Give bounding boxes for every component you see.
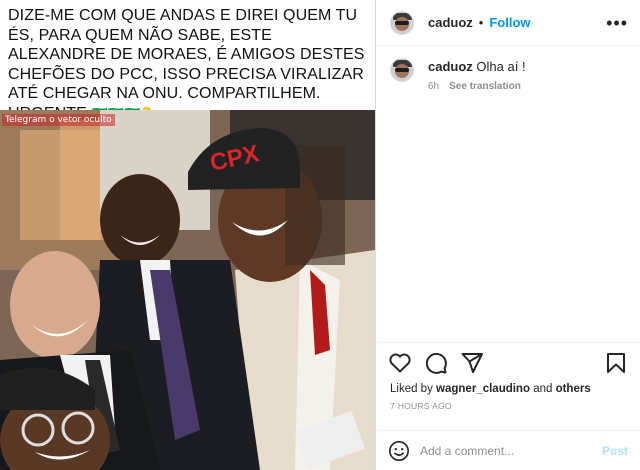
comment-age: 6h [428,81,440,92]
separator-dot: • [478,15,484,30]
likes-joiner: and [533,383,553,395]
comment-avatar[interactable] [390,58,414,82]
see-translation-link[interactable]: See translation [449,81,521,92]
header-username[interactable]: caduoz [428,15,473,30]
action-bar [376,343,640,383]
comment-username[interactable]: caduoz [428,59,473,74]
comment-icon[interactable] [424,351,448,375]
share-icon[interactable] [460,351,484,375]
post-side-panel: caduoz • Follow ••• caduoz Olha aí ! 6h S… [375,0,640,470]
caption-overlay-text: DIZE-ME COM QUE ANDAS E DIREI QUEM TU ÉS… [8,7,365,122]
likes-prefix: Liked by [390,383,433,395]
caption-comment: caduoz Olha aí ! 6h See translation [376,46,640,104]
likes-summary: Liked by wagner_claudino and others [376,383,640,395]
post-header: caduoz • Follow ••• [376,0,640,46]
caption-overlay: DIZE-ME COM QUE ANDAS E DIREI QUEM TU ÉS… [0,0,375,122]
actions-area: Liked by wagner_claudino and others 7 HO… [376,342,640,411]
bookmark-icon[interactable] [604,351,628,375]
liked-by-user[interactable]: wagner_claudino [436,383,530,395]
follow-button[interactable]: Follow [489,15,530,30]
watermark-text: Telegram o vetor oculto [5,115,112,125]
post-timestamp: 7 HOURS AGO [390,401,452,411]
post-comment-button[interactable]: Post [602,444,628,458]
comment-input[interactable] [420,443,602,458]
more-options-icon[interactable]: ••• [606,14,628,32]
avatar[interactable] [390,10,414,35]
post-media: DIZE-ME COM QUE ANDAS E DIREI QUEM TU ÉS… [0,0,375,470]
emoji-icon[interactable] [388,440,410,462]
post-photo: CPX Telegram o vetor oculto [0,110,375,470]
add-comment-bar: Post [376,430,640,470]
watermark: Telegram o vetor oculto [2,114,115,126]
comment-text: Olha aí ! [476,59,526,74]
heart-icon[interactable] [388,351,412,375]
photo-illustration: CPX [0,110,375,470]
likes-others-link[interactable]: others [556,383,591,395]
